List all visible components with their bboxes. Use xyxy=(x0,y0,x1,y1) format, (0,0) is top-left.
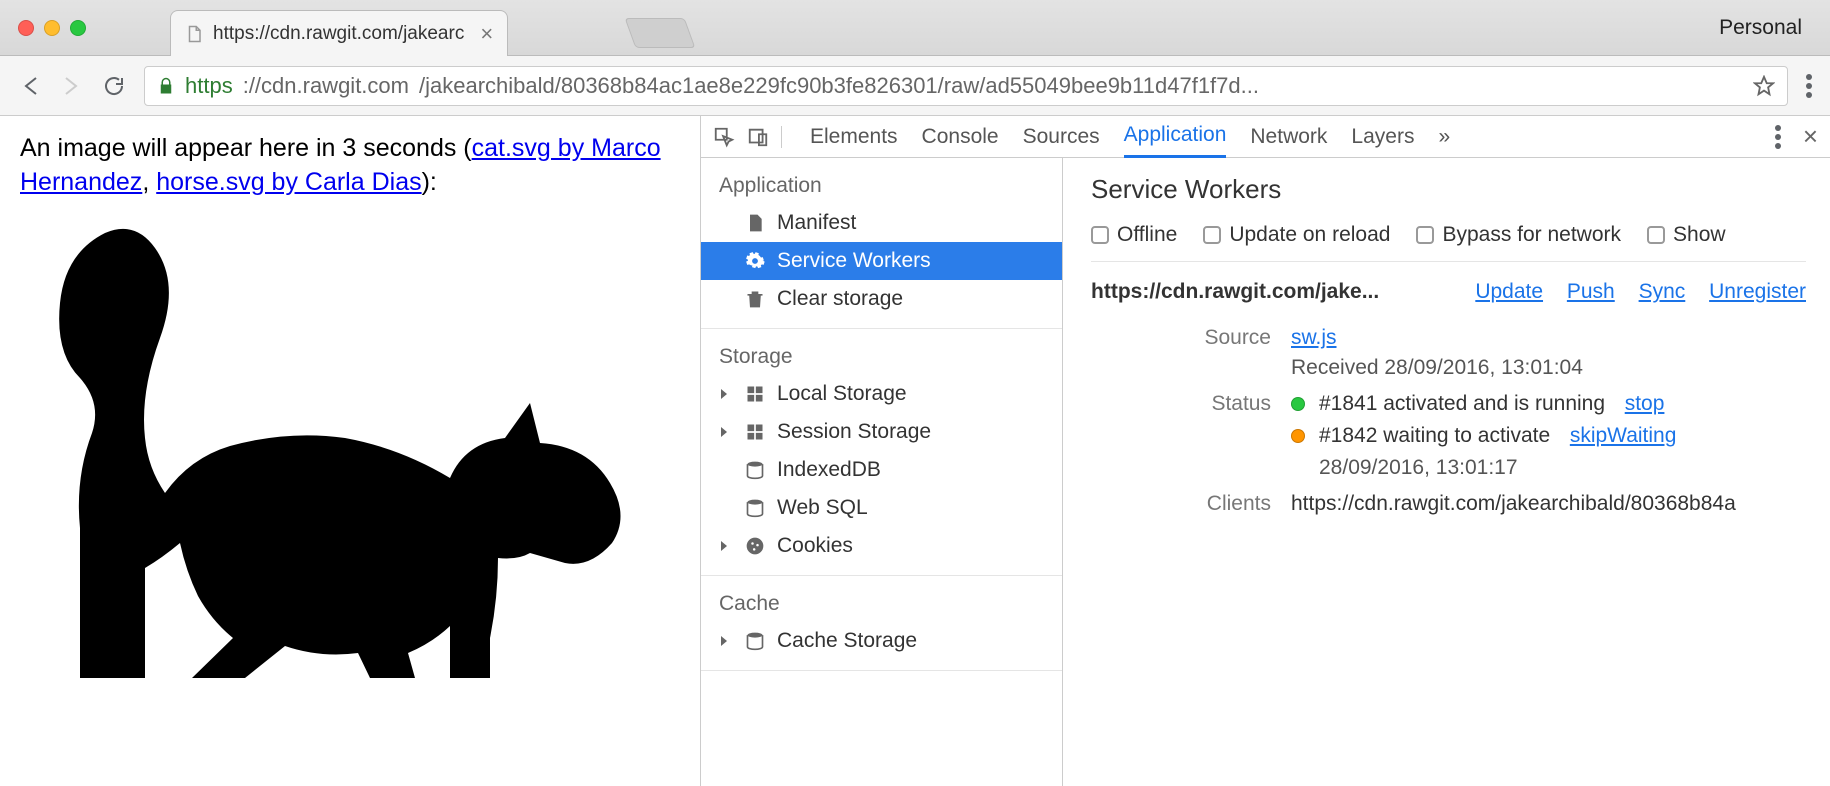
action-push[interactable]: Push xyxy=(1567,280,1615,303)
sidebar-item-manifest[interactable]: Manifest xyxy=(701,204,1062,242)
link-horse-svg[interactable]: horse.svg by Carla Dias xyxy=(156,168,421,196)
sidebar-section-storage: Storage xyxy=(701,339,1062,375)
url-host: ://cdn.rawgit.com xyxy=(243,73,409,99)
sidebar-section-cache: Cache xyxy=(701,586,1062,622)
url-path: /jakearchibald/80368b84ac1ae8e229fc90b3f… xyxy=(419,73,1259,99)
database-icon xyxy=(745,498,765,518)
sidebar-item-local-storage[interactable]: Local Storage xyxy=(701,375,1062,413)
reload-button[interactable] xyxy=(102,74,126,98)
lock-icon xyxy=(157,77,175,95)
label-clients: Clients xyxy=(1091,492,1291,516)
cat-image xyxy=(20,208,680,698)
gear-icon xyxy=(745,251,765,271)
sidebar-item-clear-storage[interactable]: Clear storage xyxy=(701,280,1062,318)
close-tab-icon[interactable]: × xyxy=(480,21,493,47)
sidebar-item-service-workers[interactable]: Service Workers xyxy=(701,242,1062,280)
minimize-window-icon[interactable] xyxy=(44,20,60,36)
sw-received: Received 28/09/2016, 13:01:04 xyxy=(1291,356,1806,380)
devtools: Elements Console Sources Application Net… xyxy=(700,116,1830,786)
sidebar-section-application: Application xyxy=(701,168,1062,204)
bookmark-star-icon[interactable] xyxy=(1753,75,1775,97)
checkbox-show[interactable]: Show xyxy=(1647,223,1726,247)
checkbox-offline[interactable]: Offline xyxy=(1091,223,1177,247)
tab-sources[interactable]: Sources xyxy=(1023,117,1100,157)
sidebar-item-cache-storage[interactable]: Cache Storage xyxy=(701,622,1062,660)
sidebar-item-indexeddb[interactable]: IndexedDB xyxy=(701,451,1062,489)
chevron-right-icon[interactable] xyxy=(719,389,729,399)
service-workers-panel: Service Workers Offline Update on reload… xyxy=(1063,158,1830,786)
device-toggle-icon[interactable] xyxy=(747,126,769,148)
tab-title: https://cdn.rawgit.com/jakearc xyxy=(213,23,464,45)
devtools-tabbar: Elements Console Sources Application Net… xyxy=(701,116,1830,158)
database-icon xyxy=(745,460,765,480)
url-scheme: https xyxy=(185,73,233,99)
status-waiting: #1842 waiting to activate xyxy=(1319,424,1550,448)
tab-layers[interactable]: Layers xyxy=(1351,117,1414,157)
checkbox-bypass-network[interactable]: Bypass for network xyxy=(1416,223,1621,247)
forward-button xyxy=(60,74,84,98)
trash-icon xyxy=(745,289,765,309)
action-stop[interactable]: stop xyxy=(1625,392,1665,416)
file-icon xyxy=(185,23,203,45)
tab-network[interactable]: Network xyxy=(1250,117,1327,157)
chevron-right-icon[interactable] xyxy=(719,636,729,646)
page-text-prefix: An image will appear here in 3 seconds ( xyxy=(20,134,472,162)
browser-tab[interactable]: https://cdn.rawgit.com/jakearc × xyxy=(170,10,508,56)
browser-menu-icon[interactable] xyxy=(1806,74,1812,98)
grid-icon xyxy=(745,384,765,404)
grid-icon xyxy=(745,422,765,442)
window-titlebar: https://cdn.rawgit.com/jakearc × Persona… xyxy=(0,0,1830,56)
chevron-right-icon[interactable] xyxy=(719,427,729,437)
link-sw-source[interactable]: sw.js xyxy=(1291,326,1337,349)
close-window-icon[interactable] xyxy=(18,20,34,36)
clients-url: https://cdn.rawgit.com/jakearchibald/803… xyxy=(1291,492,1806,516)
back-button[interactable] xyxy=(18,74,42,98)
file-icon xyxy=(745,213,765,233)
new-tab-button[interactable] xyxy=(625,18,696,48)
cookie-icon xyxy=(745,536,765,556)
url-bar[interactable]: https ://cdn.rawgit.com/jakearchibald/803… xyxy=(144,66,1788,106)
sidebar-item-session-storage[interactable]: Session Storage xyxy=(701,413,1062,451)
sidebar-item-cookies[interactable]: Cookies xyxy=(701,527,1062,565)
status-activated: #1841 activated and is running xyxy=(1319,392,1605,416)
page-content: An image will appear here in 3 seconds (… xyxy=(0,116,700,786)
tab-application[interactable]: Application xyxy=(1124,115,1227,158)
devtools-menu-icon[interactable] xyxy=(1775,125,1781,149)
database-icon xyxy=(745,631,765,651)
chevron-right-icon[interactable] xyxy=(719,541,729,551)
traffic-lights xyxy=(18,20,86,36)
tabs-overflow-icon[interactable]: » xyxy=(1438,117,1450,157)
sidebar-item-websql[interactable]: Web SQL xyxy=(701,489,1062,527)
action-unregister[interactable]: Unregister xyxy=(1709,280,1806,303)
panel-options-row: Offline Update on reload Bypass for netw… xyxy=(1091,223,1806,262)
browser-toolbar: https ://cdn.rawgit.com/jakearchibald/803… xyxy=(0,56,1830,116)
tab-console[interactable]: Console xyxy=(922,117,999,157)
checkbox-update-on-reload[interactable]: Update on reload xyxy=(1203,223,1390,247)
tab-elements[interactable]: Elements xyxy=(810,117,898,157)
sw-origin: https://cdn.rawgit.com/jake... xyxy=(1091,280,1457,304)
label-status: Status xyxy=(1091,392,1291,480)
action-sync[interactable]: Sync xyxy=(1639,280,1686,303)
status-waiting-time: 28/09/2016, 13:01:17 xyxy=(1319,456,1806,480)
action-update[interactable]: Update xyxy=(1475,280,1543,303)
status-dot-green-icon xyxy=(1291,397,1305,411)
application-sidebar: Application Manifest Service Workers Cle… xyxy=(701,158,1063,786)
action-skipwaiting[interactable]: skipWaiting xyxy=(1570,424,1677,448)
status-dot-orange-icon xyxy=(1291,429,1305,443)
panel-title: Service Workers xyxy=(1091,174,1806,205)
profile-label[interactable]: Personal xyxy=(1719,16,1802,40)
label-source: Source xyxy=(1091,326,1291,380)
inspect-icon[interactable] xyxy=(713,126,735,148)
devtools-close-icon[interactable]: × xyxy=(1803,121,1818,152)
maximize-window-icon[interactable] xyxy=(70,20,86,36)
